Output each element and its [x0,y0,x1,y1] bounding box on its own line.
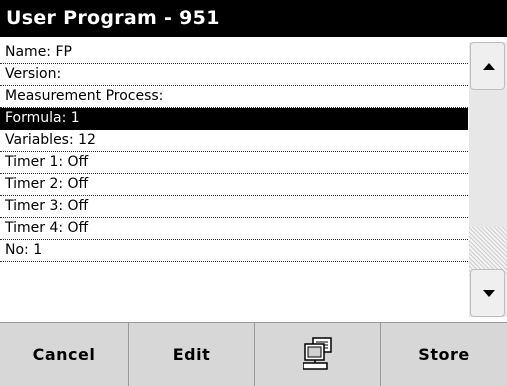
list-item-timer-2[interactable]: Timer 2: Off [0,174,468,196]
scroll-down-button[interactable] [470,269,505,317]
computer-button[interactable] [255,323,381,386]
arrow-down-icon [483,290,495,297]
bottom-toolbar: Cancel Edit Store [0,322,507,386]
scroll-thumb[interactable] [469,227,507,275]
list-item-variables[interactable]: Variables: 12 [0,130,468,152]
list-item-timer-3[interactable]: Timer 3: Off [0,196,468,218]
list-item-version[interactable]: Version: [0,64,468,86]
list-item-timer-1[interactable]: Timer 1: Off [0,152,468,174]
store-button[interactable]: Store [381,323,507,386]
arrow-up-icon [483,63,495,70]
list-item-no[interactable]: No: 1 [0,240,468,262]
edit-button[interactable]: Edit [129,323,255,386]
list-item-measurement-process[interactable]: Measurement Process: [0,86,468,108]
scroll-up-button[interactable] [470,42,505,90]
scrollbar[interactable] [469,42,507,317]
list-item-timer-4[interactable]: Timer 4: Off [0,218,468,240]
list-item-formula[interactable]: Formula: 1 [0,108,468,130]
program-settings-list: Name: FP Version: Measurement Process: F… [0,42,468,317]
cancel-button[interactable]: Cancel [0,323,129,386]
window-title: User Program - 951 [0,0,507,37]
computer-icon [303,337,332,370]
list-item-name[interactable]: Name: FP [0,42,468,64]
